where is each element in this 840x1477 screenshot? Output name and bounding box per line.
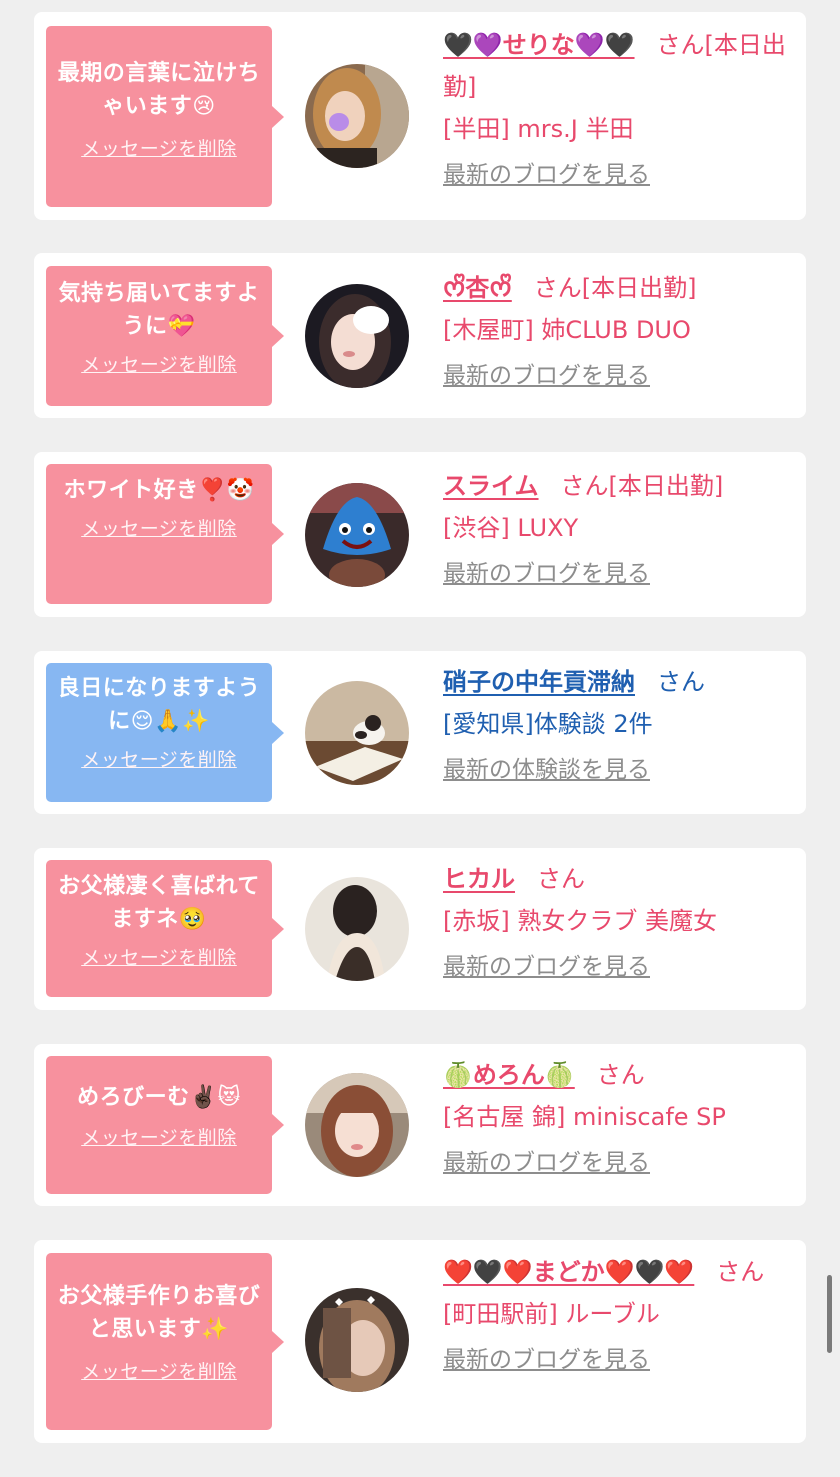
honorific: さん [596,1061,645,1089]
honorific: さん [657,668,705,696]
shop-name: [半田] mrs.J 半田 [443,115,634,143]
sender-info: 硝子の中年貢滞納 さん [愛知県]体験談 2件 最新の体験談を見る [443,661,788,785]
woman-photo-icon [305,877,409,981]
woman-photo-icon [305,64,409,168]
message-text: 気持ち届いてますように💝 [58,281,260,339]
sender-info: ᰔᩚ杏ᰔᩚ さん[本日出勤] [木屋町] 姉CLUB DUO 最新のブログを見る [443,267,788,391]
cat-photo-icon [305,681,409,785]
message-bubble: ホワイト好き❣️🤡 メッセージを削除 [46,464,284,604]
sender-name-line: ❤️🖤❤️まどか❤️🖤❤️ さん [443,1251,788,1293]
shop-name: [町田駅前] ルーブル [443,1300,660,1328]
delete-message-link[interactable]: メッセージを削除 [81,137,237,161]
sender-name-line: 🖤💜せりな💜🖤 さん[本日出勤] [443,24,788,108]
honorific: さん [537,865,585,893]
sender-name-line: ヒカル さん [443,858,788,900]
message-list: 最期の言葉に泣けちゃいます😢 メッセージを削除 🖤💜せりな💜🖤 さん[本日出勤] … [0,0,840,1477]
slime-photo-icon [305,483,409,587]
sender-info: ヒカル さん [赤坂] 熟女クラブ 美魔女 最新のブログを見る [443,858,788,982]
message-text: お父様手作りお喜びと思います✨ [57,1284,261,1342]
shop-name: [名古屋 錦] miniscafe SP [443,1103,726,1131]
shop-name: [木屋町] 姉CLUB DUO [443,316,691,344]
honorific: さん [560,472,609,500]
latest-blog-link[interactable]: 最新のブログを見る [443,160,650,190]
avatar[interactable] [305,64,409,168]
sender-name-link[interactable]: ᰔᩚ杏ᰔᩚ [443,274,512,302]
message-bubble: めろびーむ✌🏿😻 メッセージを削除 [46,1056,284,1194]
honorific: さん [716,1258,765,1286]
sender-info: スライム さん[本日出勤] [渋谷] LUXY 最新のブログを見る [443,465,788,589]
delete-message-link[interactable]: メッセージを削除 [81,946,237,970]
sender-info: 🍈めろん🍈 さん [名古屋 錦] miniscafe SP 最新のブログを見る [443,1054,788,1178]
avatar[interactable] [305,1073,409,1177]
message-bubble: 気持ち届いてますように💝 メッセージを削除 [46,266,284,406]
delete-message-link[interactable]: メッセージを削除 [81,748,237,772]
message-card: 最期の言葉に泣けちゃいます😢 メッセージを削除 🖤💜せりな💜🖤 さん[本日出勤] … [34,12,806,220]
avatar[interactable] [305,483,409,587]
work-status: [本日出勤] [608,472,724,500]
latest-blog-link[interactable]: 最新のブログを見る [443,952,650,982]
sender-name-link[interactable]: 🍈めろん🍈 [443,1061,575,1089]
latest-blog-link[interactable]: 最新のブログを見る [443,1148,650,1178]
message-bubble: お父様手作りお喜びと思います✨ メッセージを削除 [46,1253,284,1430]
latest-blog-link[interactable]: 最新のブログを見る [443,361,650,391]
latest-blog-link[interactable]: 最新のブログを見る [443,1345,650,1375]
delete-message-link[interactable]: メッセージを削除 [81,1360,237,1384]
message-card: お父様凄く喜ばれてますネ🥹 メッセージを削除 ヒカル さん [赤坂] 熟女クラブ … [34,848,806,1010]
sender-name-line: スライム さん[本日出勤] [443,465,788,507]
delete-message-link[interactable]: メッセージを削除 [81,353,237,377]
honorific: さん [533,274,582,302]
message-card: 良日になりますように😌🙏✨ メッセージを削除 硝子の中年貢滞納 さん [愛知県]体… [34,651,806,814]
scrollbar-thumb[interactable] [827,1275,832,1353]
message-card: めろびーむ✌🏿😻 メッセージを削除 🍈めろん🍈 さん [名古屋 錦] minisc… [34,1044,806,1206]
woman-photo-icon [305,284,409,388]
latest-blog-link[interactable]: 最新のブログを見る [443,559,650,589]
sender-name-link[interactable]: 硝子の中年貢滞納 [443,668,635,696]
woman-photo-icon [305,1288,409,1392]
avatar[interactable] [305,877,409,981]
avatar[interactable] [305,284,409,388]
message-text: ホワイト好き❣️🤡 [63,478,255,503]
message-text: 最期の言葉に泣けちゃいます😢 [57,61,261,119]
message-card: お父様手作りお喜びと思います✨ メッセージを削除 ❤️🖤❤️まどか❤️🖤❤️ さん… [34,1240,806,1443]
delete-message-link[interactable]: メッセージを削除 [81,1126,237,1150]
shop-name: [愛知県]体験談 2件 [443,710,653,738]
sender-name-link[interactable]: 🖤💜せりな💜🖤 [443,31,635,59]
message-card: 気持ち届いてますように💝 メッセージを削除 ᰔᩚ杏ᰔᩚ さん[本日出勤] [木屋町… [34,253,806,418]
woman-photo-icon [305,1073,409,1177]
sender-name-link[interactable]: ❤️🖤❤️まどか❤️🖤❤️ [443,1258,694,1286]
sender-info: ❤️🖤❤️まどか❤️🖤❤️ さん [町田駅前] ルーブル 最新のブログを見る [443,1251,788,1375]
sender-name-link[interactable]: ヒカル [443,865,515,893]
shop-name: [赤坂] 熟女クラブ 美魔女 [443,907,717,935]
sender-name-line: ᰔᩚ杏ᰔᩚ さん[本日出勤] [443,267,788,309]
message-text: めろびーむ✌🏿😻 [77,1085,241,1110]
sender-info: 🖤💜せりな💜🖤 さん[本日出勤] [半田] mrs.J 半田 最新のブログを見る [443,24,788,190]
sender-name-line: 🍈めろん🍈 さん [443,1054,788,1096]
delete-message-link[interactable]: メッセージを削除 [81,517,237,541]
shop-name: [渋谷] LUXY [443,514,579,542]
honorific: さん [656,31,705,59]
work-status: [本日出勤] [581,274,697,302]
message-bubble: お父様凄く喜ばれてますネ🥹 メッセージを削除 [46,860,284,997]
latest-experience-link[interactable]: 最新の体験談を見る [443,755,650,785]
message-text: 良日になりますように😌🙏✨ [57,676,261,734]
message-text: お父様凄く喜ばれてますネ🥹 [58,874,260,932]
avatar[interactable] [305,681,409,785]
message-bubble: 最期の言葉に泣けちゃいます😢 メッセージを削除 [46,26,284,207]
message-bubble: 良日になりますように😌🙏✨ メッセージを削除 [46,663,284,802]
message-card: ホワイト好き❣️🤡 メッセージを削除 スライム さん[本日出勤] [渋谷] LUX… [34,452,806,617]
sender-name-line: 硝子の中年貢滞納 さん [443,661,788,703]
sender-name-link[interactable]: スライム [443,472,539,500]
avatar[interactable] [305,1288,409,1392]
